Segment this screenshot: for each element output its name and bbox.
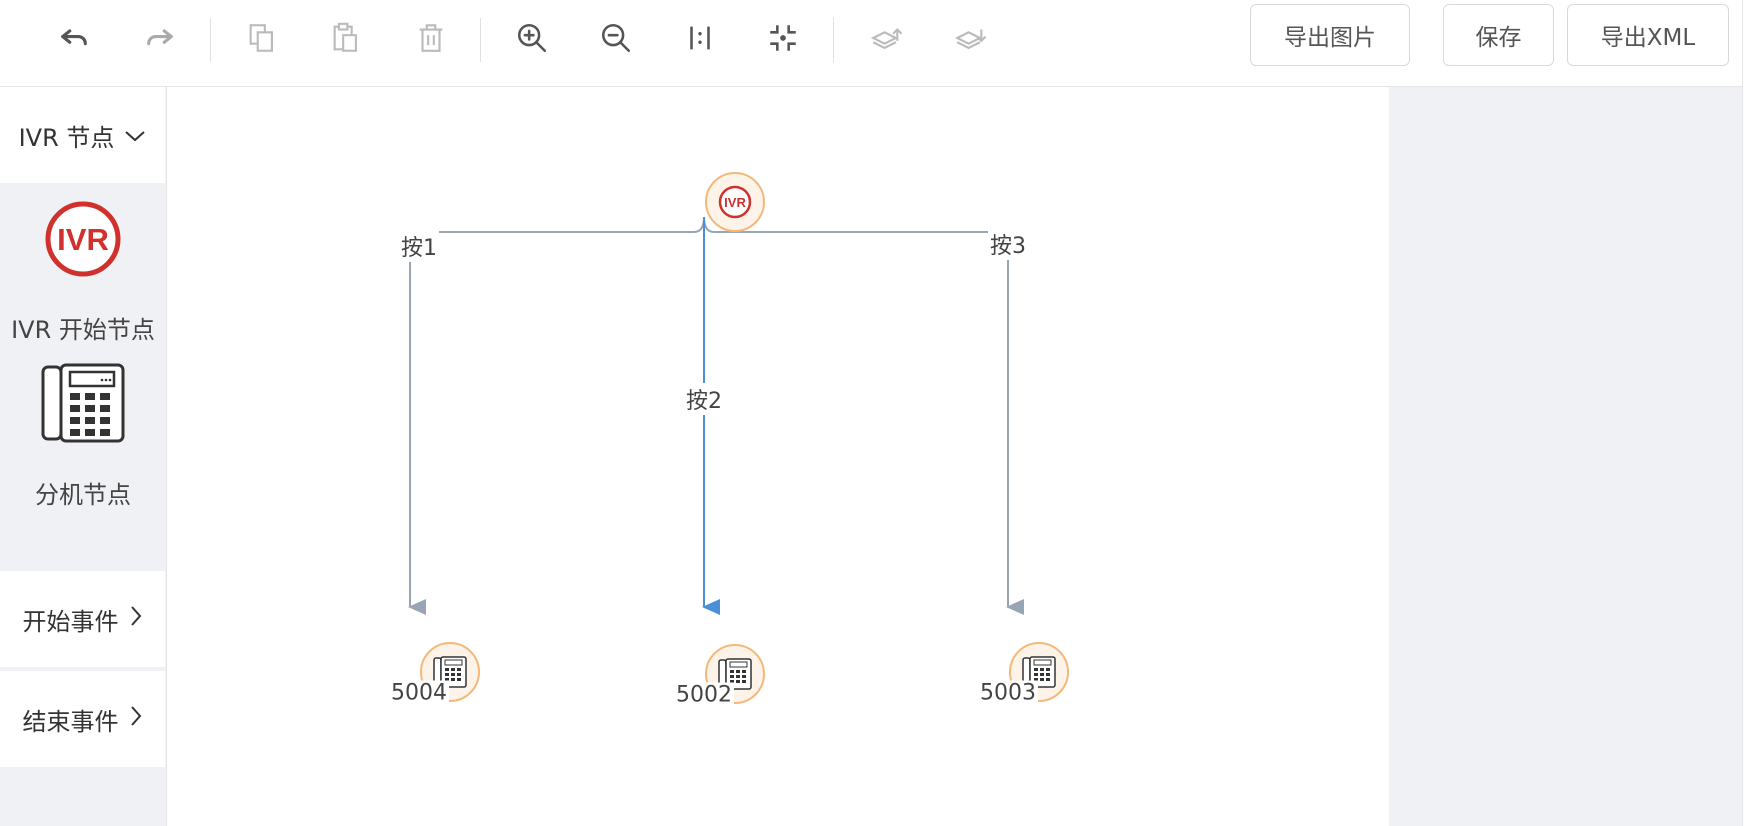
edge-1[interactable] <box>410 216 705 607</box>
stencil-sidebar: IVR 节点 IVR IVR 开始节点 分机节点 开始事件 结束事件 <box>0 87 167 826</box>
toolbar-separator <box>480 18 481 62</box>
toolbar: 导出图片 保存 导出XML <box>0 0 1742 87</box>
copy-icon[interactable] <box>240 16 284 60</box>
edge-label-2: 按2 <box>684 383 724 415</box>
ivr-section-header[interactable]: IVR 节点 <box>0 87 165 183</box>
desk-phone-icon <box>41 363 125 443</box>
edge-label-3: 按3 <box>988 228 1028 260</box>
zoom-in-icon[interactable] <box>510 16 554 60</box>
end-events-label: 结束事件 <box>22 707 119 736</box>
extension-label: 分机节点 <box>35 481 131 509</box>
end-events-header[interactable]: 结束事件 <box>0 671 165 767</box>
ivr-section-label: IVR 节点 <box>18 123 115 152</box>
diagram-canvas[interactable]: IVR 按1 按2 按3 5004 5002 5003 <box>167 87 1389 826</box>
canvas-background-area <box>1389 87 1742 826</box>
undo-icon[interactable] <box>52 16 96 60</box>
edge-label-1: 按1 <box>399 230 439 262</box>
save-button[interactable]: 保存 <box>1443 4 1554 66</box>
redo-icon[interactable] <box>138 16 182 60</box>
chevron-right-icon <box>129 605 143 633</box>
ivr-logo-text: IVR <box>57 222 109 257</box>
ivr-node-text: IVR <box>724 195 746 210</box>
edge-3[interactable] <box>703 216 1024 615</box>
extension-stencil[interactable] <box>0 363 166 447</box>
zoom-out-icon[interactable] <box>594 16 638 60</box>
toolbar-separator <box>210 18 211 62</box>
send-to-back-icon[interactable] <box>948 16 992 60</box>
right-edge <box>1742 0 1752 826</box>
export-xml-button[interactable]: 导出XML <box>1567 4 1729 66</box>
chevron-right-icon <box>129 705 143 733</box>
bring-to-front-icon[interactable] <box>864 16 908 60</box>
diagram-edges <box>167 216 1024 826</box>
paste-icon[interactable] <box>324 16 368 60</box>
start-events-label: 开始事件 <box>22 607 119 636</box>
fit-icon[interactable] <box>761 16 805 60</box>
node-label-5003: 5003 <box>978 680 1038 706</box>
node-label-5002: 5002 <box>674 682 734 708</box>
ivr-logo-icon: IVR <box>705 172 765 232</box>
ivr-logo-icon: IVR <box>45 201 121 277</box>
ivr-start-label: IVR 开始节点 <box>11 316 155 344</box>
ivr-start-stencil[interactable]: IVR <box>0 199 166 283</box>
delete-icon[interactable] <box>409 16 453 60</box>
export-image-button[interactable]: 导出图片 <box>1250 4 1410 66</box>
node-label-5004: 5004 <box>389 680 449 706</box>
actual-size-icon[interactable] <box>678 16 722 60</box>
start-events-header[interactable]: 开始事件 <box>0 571 165 667</box>
toolbar-separator <box>833 18 834 62</box>
chevron-down-icon <box>124 121 146 149</box>
